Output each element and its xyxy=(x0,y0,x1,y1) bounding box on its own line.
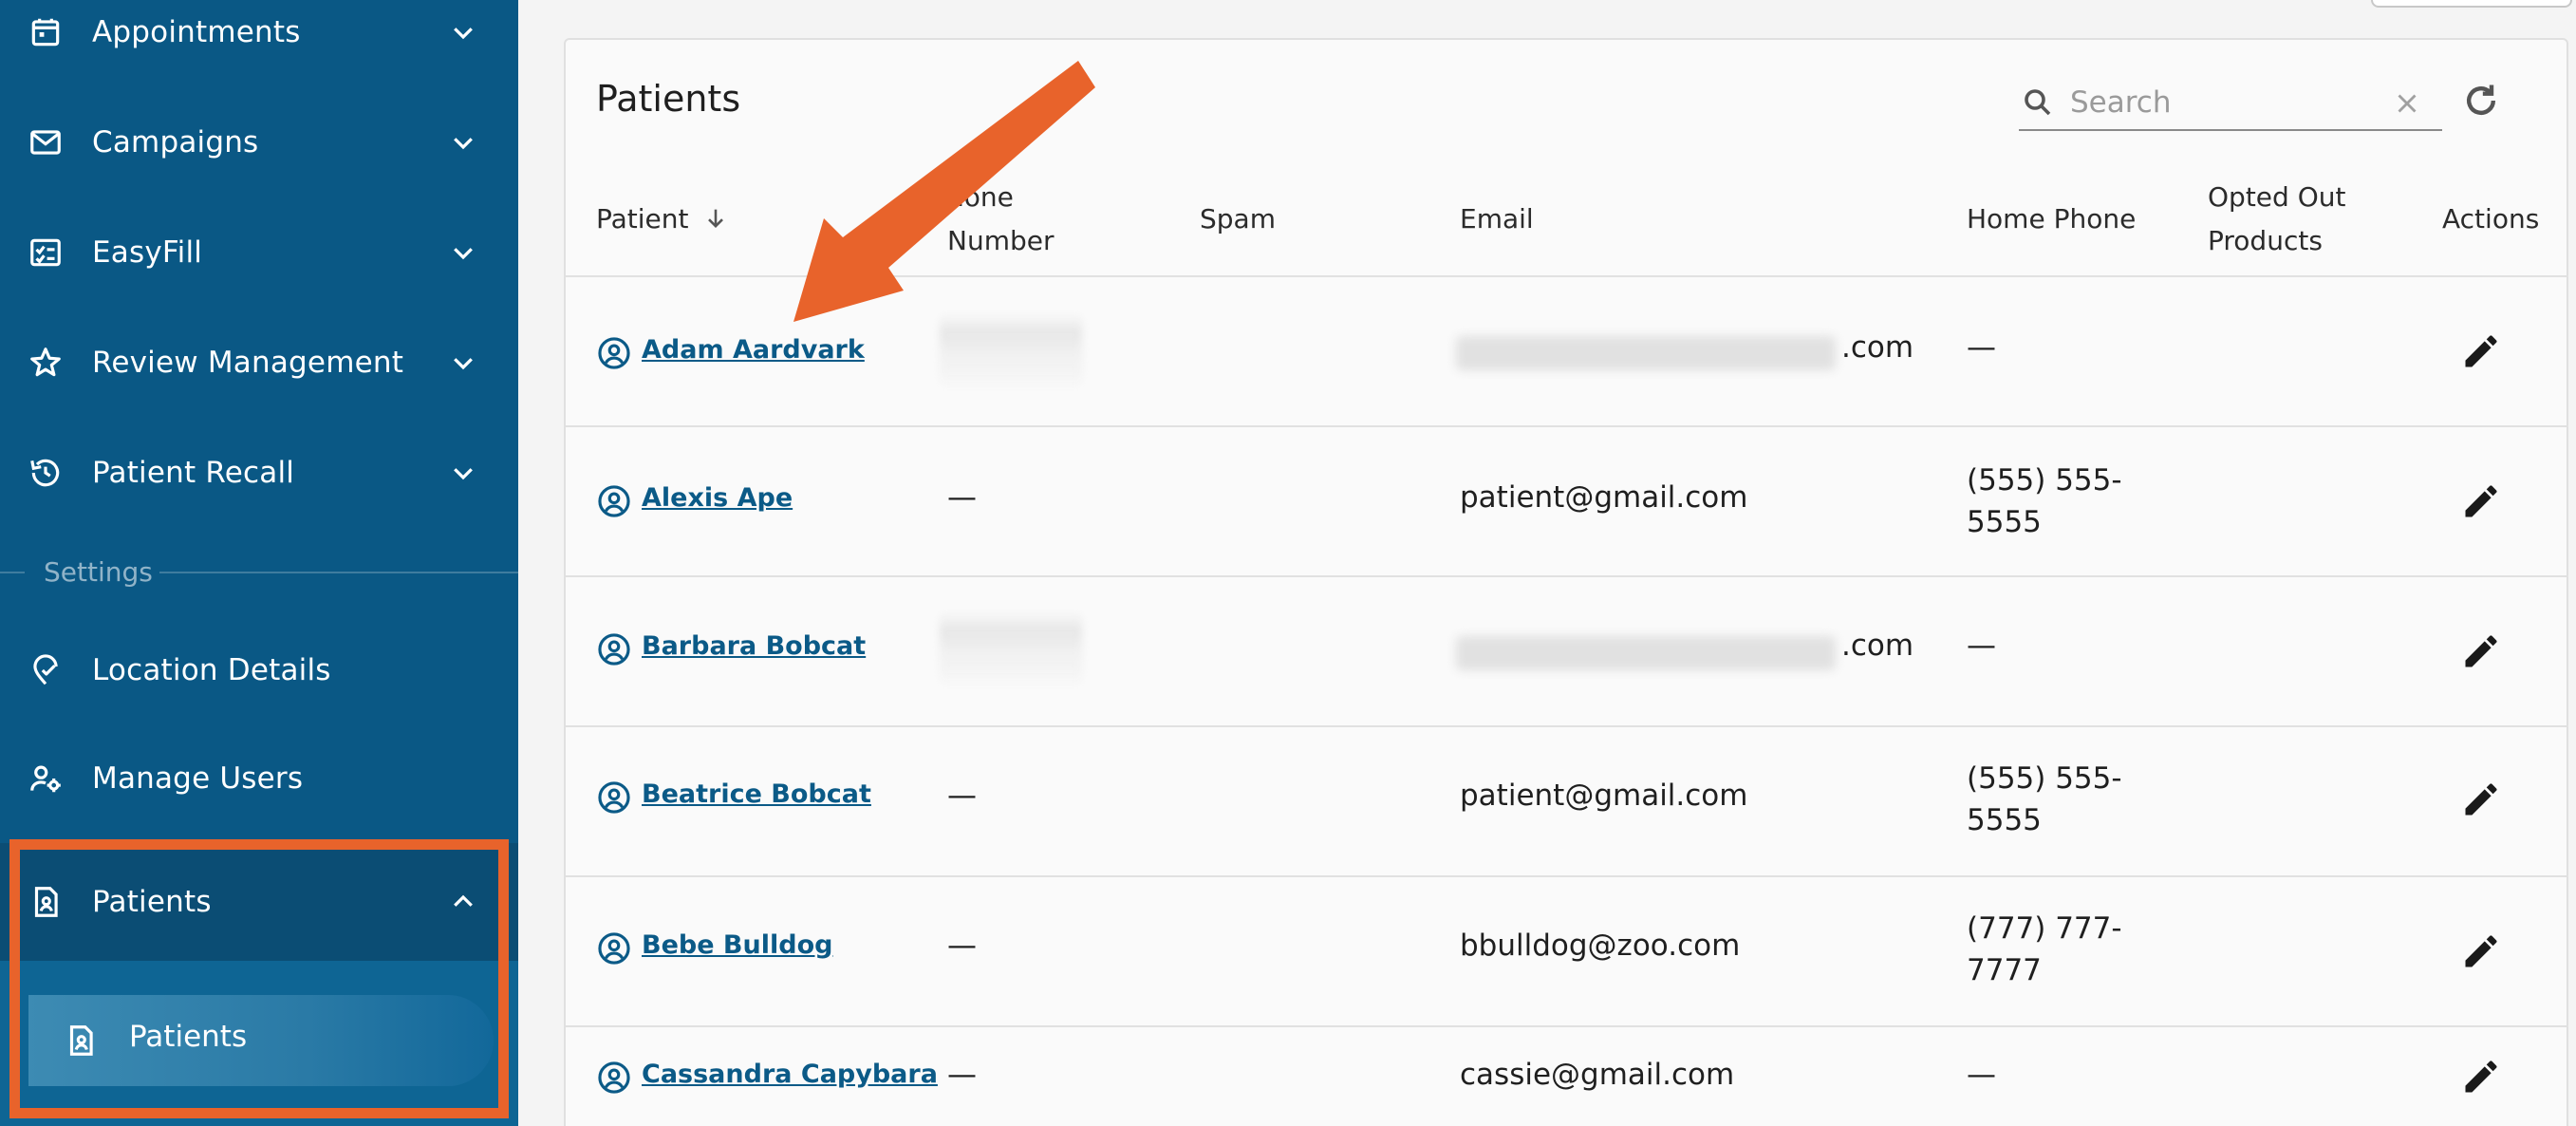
patient-link[interactable]: Cassandra Capybara xyxy=(642,1060,938,1089)
nav-easyfill-label: EasyFill xyxy=(92,235,203,270)
user-circle-icon xyxy=(598,932,630,965)
user-circle-icon xyxy=(598,781,630,814)
arrow-down-icon[interactable] xyxy=(702,203,729,234)
mail-icon xyxy=(27,123,65,161)
pencil-icon[interactable] xyxy=(2460,630,2502,672)
chevron-down-icon[interactable] xyxy=(444,123,482,161)
star-icon xyxy=(27,344,65,382)
highlight-box xyxy=(9,839,509,1118)
patient-link[interactable]: Barbara Bobcat xyxy=(642,631,866,661)
col-spam[interactable]: Spam xyxy=(1200,197,1276,241)
divider-line xyxy=(0,572,25,573)
search-input[interactable] xyxy=(2070,82,2374,123)
nav-easyfill[interactable]: EasyFill xyxy=(0,205,518,300)
chevron-down-icon[interactable] xyxy=(444,13,482,51)
user-circle-icon xyxy=(598,337,630,369)
home-phone-cell: (555) 555-5555 xyxy=(1967,463,2122,539)
nav-campaigns-label: Campaigns xyxy=(92,125,259,160)
email-cell: .com xyxy=(1841,629,1914,663)
home-phone-cell: — xyxy=(1967,629,1996,663)
nav-review-management[interactable]: Review Management xyxy=(0,315,518,410)
col-home-phone[interactable]: Home Phone xyxy=(1967,197,2136,241)
pencil-icon[interactable] xyxy=(2460,480,2502,522)
settings-label: Settings xyxy=(44,556,153,588)
home-phone-cell: — xyxy=(1967,330,1996,365)
redacted-phone xyxy=(940,611,1082,687)
page-title: Patients xyxy=(596,78,741,120)
phone-cell: — xyxy=(947,1058,977,1092)
col-email[interactable]: Email xyxy=(1460,197,1534,241)
phone-cell: — xyxy=(947,929,977,963)
search-icon xyxy=(2025,89,2051,116)
search-box xyxy=(2019,74,2442,131)
home-phone-cell: (777) 777-7777 xyxy=(1967,911,2122,987)
col-opted-out-line1: Opted Out xyxy=(2208,181,2346,213)
table-row: Adam Aardvark .com — xyxy=(566,277,2568,427)
sidebar: Appointments Campaigns EasyFill Review M… xyxy=(0,0,518,1126)
col-phone-number-line1: hone xyxy=(947,181,1014,213)
redacted-email xyxy=(1456,636,1836,670)
email-cell: cassie@gmail.com xyxy=(1460,1058,1735,1092)
table-row: Barbara Bobcat .com — xyxy=(566,577,2568,727)
divider-line xyxy=(159,572,518,573)
user-circle-icon xyxy=(598,633,630,666)
top-button[interactable] xyxy=(2371,0,2572,8)
table-row: Cassandra Capybara — cassie@gmail.com — xyxy=(566,1027,2568,1126)
settings-divider: Settings xyxy=(0,554,518,591)
nav-appointments-label: Appointments xyxy=(92,15,301,49)
nav-review-management-label: Review Management xyxy=(92,346,404,380)
nav-campaigns[interactable]: Campaigns xyxy=(0,95,518,190)
user-circle-icon xyxy=(598,1061,630,1094)
col-phone-number[interactable]: hone Number xyxy=(947,176,1054,263)
location-pin-icon xyxy=(27,651,65,689)
patient-link[interactable]: Alexis Ape xyxy=(642,483,793,513)
phone-cell: — xyxy=(947,779,977,813)
pencil-icon[interactable] xyxy=(2460,1056,2502,1098)
email-cell: patient@gmail.com xyxy=(1460,779,1748,813)
col-patient[interactable]: Patient xyxy=(596,197,689,241)
patient-link[interactable]: Beatrice Bobcat xyxy=(642,779,871,809)
checklist-icon xyxy=(27,234,65,272)
pencil-icon[interactable] xyxy=(2460,779,2502,820)
nav-manage-users[interactable]: Manage Users xyxy=(0,731,518,826)
col-phone-number-line2: Number xyxy=(947,225,1055,256)
home-phone-cell: (555) 555-5555 xyxy=(1967,761,2122,837)
user-circle-icon xyxy=(598,485,630,517)
pencil-icon[interactable] xyxy=(2460,930,2502,972)
history-icon xyxy=(27,454,65,492)
email-cell: .com xyxy=(1841,330,1914,365)
nav-location-details[interactable]: Location Details xyxy=(0,623,518,718)
patient-link[interactable]: Adam Aardvark xyxy=(642,335,865,365)
nav-patient-recall[interactable]: Patient Recall xyxy=(0,425,518,520)
chevron-down-icon[interactable] xyxy=(444,234,482,272)
col-actions: Actions xyxy=(2442,203,2540,235)
table-row: Alexis Ape — patient@gmail.com (555) 555… xyxy=(566,427,2568,577)
redacted-phone xyxy=(940,313,1082,389)
table-row: Bebe Bulldog — bbulldog@zoo.com (777) 77… xyxy=(566,877,2568,1027)
table-row: Beatrice Bobcat — patient@gmail.com (555… xyxy=(566,727,2568,877)
col-opted-out-products[interactable]: Opted Out Products xyxy=(2208,176,2345,263)
email-cell: patient@gmail.com xyxy=(1460,480,1748,515)
calendar-icon xyxy=(27,13,65,51)
col-opted-out-line2: Products xyxy=(2208,225,2323,256)
manage-users-icon xyxy=(27,760,65,798)
patient-link[interactable]: Bebe Bulldog xyxy=(642,930,832,960)
home-phone-cell: — xyxy=(1967,1058,1996,1092)
close-icon[interactable] xyxy=(2391,87,2423,120)
pencil-icon[interactable] xyxy=(2460,330,2502,372)
redacted-email xyxy=(1456,336,1836,370)
nav-appointments[interactable]: Appointments xyxy=(0,0,518,80)
email-cell: bbulldog@zoo.com xyxy=(1460,929,1741,963)
refresh-icon[interactable] xyxy=(2460,80,2502,122)
nav-location-details-label: Location Details xyxy=(92,653,331,687)
chevron-down-icon[interactable] xyxy=(444,454,482,492)
phone-cell: — xyxy=(947,480,977,515)
nav-manage-users-label: Manage Users xyxy=(92,761,304,796)
nav-patient-recall-label: Patient Recall xyxy=(92,456,295,490)
chevron-down-icon[interactable] xyxy=(444,344,482,382)
